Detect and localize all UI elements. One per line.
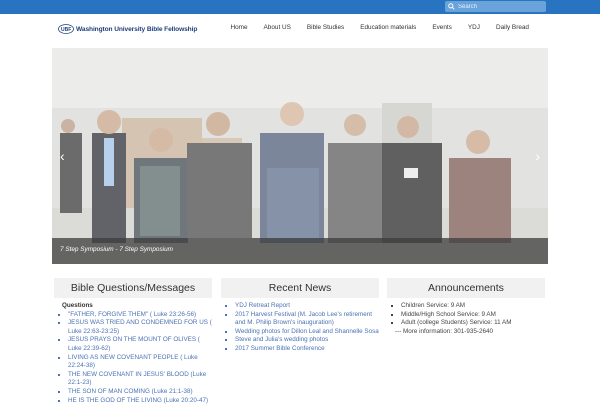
hero-caption-link[interactable]: 7 Step Symposium (119, 246, 173, 253)
list-item[interactable]: Steve and Julia's wedding photos (235, 336, 379, 345)
hero-caption: 7 Step Symposium - 7 Step Symposium (60, 246, 173, 253)
list-item[interactable]: THE NEW COVENANT IN JESUS' BLOOD (Luke 2… (68, 371, 212, 388)
search-icon (448, 3, 455, 10)
list-item[interactable]: YDJ Retreat Report (235, 302, 379, 311)
nav-events[interactable]: Events (424, 24, 460, 31)
hero-photo (52, 48, 548, 264)
ubf-logo-icon: UBF (58, 24, 74, 34)
hero-next-icon[interactable]: › (535, 148, 540, 164)
logo-text: Washington University Bible Fellowship (76, 25, 198, 33)
search-input[interactable] (458, 3, 543, 10)
announcements-list: Children Service: 9 AM Middle/High Schoo… (395, 302, 545, 328)
questions-subheading: Questions (62, 302, 93, 309)
list-item[interactable]: THE SON OF MAN COMING (Luke 21:1-38) (68, 388, 212, 397)
list-item[interactable]: 2017 Harvest Festival (M. Jacob Lee's re… (235, 311, 379, 328)
list-item[interactable]: LIVING AS NEW COVENANT PEOPLE ( Luke 22:… (68, 354, 212, 371)
recent-news-list: YDJ Retreat Report 2017 Harvest Festival… (229, 302, 379, 354)
list-item[interactable]: 2017 Summer Bible Conference (235, 345, 379, 354)
nav-ydj[interactable]: YDJ (460, 24, 488, 31)
hero-slider[interactable]: ‹ › 7 Step Symposium - 7 Step Symposium (52, 48, 548, 264)
nav-about-us[interactable]: About US (256, 24, 299, 31)
announcements-column: Announcements Children Service: 9 AM Mid… (387, 278, 545, 336)
announcements-heading: Announcements (387, 278, 545, 298)
list-item: Children Service: 9 AM (401, 302, 545, 311)
more-info-text: --- More information: 301-935-2640 (395, 327, 493, 335)
search-box[interactable] (445, 1, 546, 12)
bible-questions-column: Bible Questions/Messages Questions "FATH… (54, 278, 212, 405)
bible-questions-heading: Bible Questions/Messages (54, 278, 212, 298)
list-item[interactable]: "FATHER, FORGIVE THEM" ( Luke 23:26-56) (68, 311, 212, 320)
top-bar (0, 0, 600, 14)
list-item[interactable]: JESUS WAS TRIED AND CONDEMNED FOR US ( L… (68, 319, 212, 336)
main-nav: Home About US Bible Studies Education ma… (222, 24, 537, 31)
site-logo[interactable]: UBF Washington University Bible Fellowsh… (58, 24, 197, 34)
hero-caption-title: 7 Step Symposium (60, 246, 114, 253)
list-item: Middle/High School Service: 9 AM (401, 311, 545, 320)
recent-news-column: Recent News YDJ Retreat Report 2017 Harv… (221, 278, 379, 354)
list-item[interactable]: HE IS THE GOD OF THE LIVING (Luke 20:20-… (68, 397, 212, 405)
recent-news-heading: Recent News (221, 278, 379, 298)
bible-questions-list: "FATHER, FORGIVE THEM" ( Luke 23:26-56) … (62, 311, 212, 405)
nav-bible-studies[interactable]: Bible Studies (299, 24, 352, 31)
nav-daily-bread[interactable]: Daily Bread (488, 24, 537, 31)
svg-text:UBF: UBF (61, 27, 71, 33)
list-item[interactable]: JESUS PRAYS ON THE MOUNT OF OLIVES ( Luk… (68, 336, 212, 353)
hero-caption-bar: 7 Step Symposium - 7 Step Symposium (52, 238, 548, 264)
hero-prev-icon[interactable]: ‹ (60, 148, 65, 164)
nav-home[interactable]: Home (222, 24, 255, 31)
list-item: Adult (college Students) Service: 11 AM (401, 319, 545, 328)
nav-education-materials[interactable]: Education materials (352, 24, 424, 31)
list-item[interactable]: Wedding photos for Dillon Leal and Shann… (235, 328, 379, 337)
